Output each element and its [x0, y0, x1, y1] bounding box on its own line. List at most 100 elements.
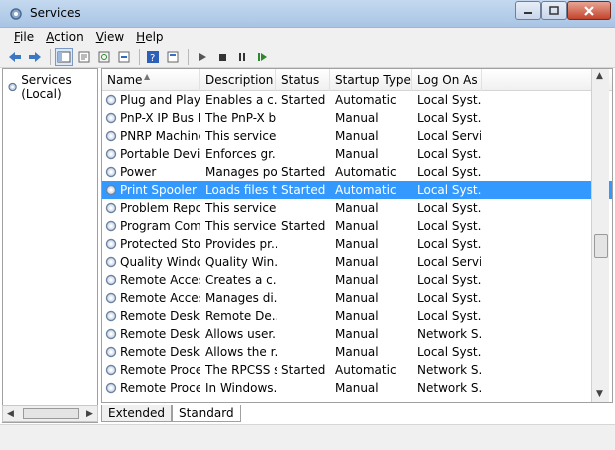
scroll-thumb[interactable]	[594, 234, 608, 258]
cell-startup-type: Manual	[335, 255, 379, 269]
column-header-description[interactable]: Description	[200, 69, 276, 91]
cell-status: Started	[281, 93, 326, 107]
column-header-status[interactable]: Status	[276, 69, 330, 91]
menu-view[interactable]: View	[90, 30, 130, 44]
cell-status	[281, 289, 333, 307]
table-row[interactable]: Problem Repo... This service ... Manual Loc…	[102, 199, 612, 217]
tree-item-services-local[interactable]: Services (Local)	[7, 73, 97, 101]
minimize-icon	[524, 11, 532, 14]
menu-file[interactable]: File	[8, 30, 40, 44]
cell-startup-type: Manual	[335, 273, 379, 287]
cell-name: Remote Proce...	[104, 361, 200, 379]
table-row[interactable]: Remote Acces... Manages di... Manual Local …	[102, 289, 612, 307]
table-row[interactable]: Remote Acces... Creates a c... Manual Local…	[102, 271, 612, 289]
table-row[interactable]: Remote Deskt... Remote De... Manual Local S…	[102, 307, 612, 325]
cell-description: This service ...	[205, 129, 277, 143]
table-row[interactable]: Program Com... This service ... Started Man…	[102, 217, 612, 235]
show-hide-console-tree-icon	[57, 51, 71, 62]
list-vertical-scrollbar[interactable]: ▲ ▼	[591, 69, 609, 402]
start-service-button[interactable]	[193, 48, 211, 66]
tree-horizontal-scrollbar[interactable]: ◀ ▶	[2, 405, 98, 422]
cell-log-on-as: Local Servi...	[417, 255, 481, 269]
column-header-name[interactable]: ▲ Name	[102, 69, 200, 91]
menu-action[interactable]: Action	[40, 30, 90, 44]
table-row[interactable]: Portable Devic... Enforces gr... Manual Loc…	[102, 145, 612, 163]
services-gear-icon	[10, 8, 22, 20]
cell-name: Protected Stor...	[104, 235, 200, 253]
scroll-up-icon[interactable]: ▲	[596, 71, 603, 81]
pause-service-icon	[239, 52, 245, 61]
scroll-right-icon[interactable]: ▶	[86, 409, 93, 419]
table-row[interactable]: Quality Windo... Quality Win... Manual Loca…	[102, 253, 612, 271]
properties-sheet-button[interactable]	[164, 48, 182, 66]
scroll-left-icon[interactable]: ◀	[7, 409, 14, 419]
table-row[interactable]: Power Manages po... Started Automatic Local …	[102, 163, 612, 181]
toolbar-separator	[50, 48, 51, 65]
cell-name: Portable Devic...	[104, 145, 200, 163]
column-header-log-on-as[interactable]: Log On As	[412, 69, 482, 91]
table-row[interactable]: Print Spooler Loads files t... Started Auto…	[102, 181, 612, 199]
scroll-down-icon[interactable]: ▼	[596, 389, 603, 399]
cell-log-on-as: Local Servi...	[417, 129, 481, 143]
refresh-button[interactable]	[95, 48, 113, 66]
pause-service-button[interactable]	[233, 48, 251, 66]
minimize-button[interactable]	[515, 1, 541, 20]
cell-startup-type: Manual	[335, 219, 379, 233]
list-header: ▲ Name Description Status Startup Type L…	[102, 69, 612, 91]
maximize-button[interactable]	[541, 1, 567, 20]
table-row[interactable]: PNRP Machine... This service ... Manual Loc…	[102, 127, 612, 145]
cell-startup-type: Manual	[335, 327, 379, 341]
table-row[interactable]: Remote Deskt... Allows user... Manual Netwo…	[102, 325, 612, 343]
cell-status	[281, 199, 333, 217]
service-gear-icon	[105, 238, 117, 250]
tab-standard[interactable]: Standard	[172, 405, 241, 422]
table-row[interactable]: Plug and Play Enables a c... Started Automa…	[102, 91, 612, 109]
cell-status: Started	[281, 165, 326, 179]
export-list-button[interactable]	[115, 48, 133, 66]
table-row[interactable]: Remote Deskt... Allows the r... Manual Loca…	[102, 343, 612, 361]
service-gear-icon	[105, 292, 117, 304]
cell-log-on-as: Network S...	[417, 327, 481, 341]
services-list: ▲ Name Description Status Startup Type L…	[101, 68, 613, 403]
restart-service-button[interactable]	[253, 48, 271, 66]
stop-service-button[interactable]	[213, 48, 231, 66]
cell-status: Started	[281, 219, 326, 233]
cell-log-on-as: Local Syst...	[417, 165, 481, 179]
cell-name: Print Spooler	[104, 181, 200, 199]
service-gear-icon	[105, 220, 117, 232]
cell-startup-type: Manual	[335, 345, 379, 359]
help-button[interactable]: ?	[144, 48, 162, 66]
table-row[interactable]: Remote Proce... In Windows... Manual Networ…	[102, 379, 612, 397]
cell-startup-type: Manual	[335, 201, 379, 215]
cell-status	[281, 127, 333, 145]
cell-description: Enables a c...	[205, 93, 277, 107]
cell-description: Quality Win...	[205, 255, 277, 269]
column-header-startup-type[interactable]: Startup Type	[330, 69, 412, 91]
cell-description: The RPCSS s...	[205, 363, 277, 377]
properties-button[interactable]	[75, 48, 93, 66]
back-button[interactable]	[6, 48, 24, 66]
cell-startup-type: Manual	[335, 381, 379, 395]
cell-description: Manages di...	[205, 291, 277, 305]
menu-help[interactable]: Help	[130, 30, 169, 44]
show-hide-console-tree-button[interactable]	[55, 47, 73, 66]
cell-status	[281, 235, 333, 253]
cell-log-on-as: Local Syst...	[417, 291, 481, 305]
title-bar[interactable]: Services	[0, 0, 615, 28]
close-button[interactable]	[567, 1, 611, 20]
table-row[interactable]: Protected Stor... Provides pr... Manual Loc…	[102, 235, 612, 253]
services-gear-icon	[8, 82, 17, 92]
cell-description: Creates a c...	[205, 273, 277, 287]
forward-button[interactable]	[26, 48, 44, 66]
table-row[interactable]: Remote Proce... The RPCSS s... Started Auto…	[102, 361, 612, 379]
scroll-thumb[interactable]	[23, 408, 79, 419]
cell-name: Power	[104, 163, 200, 181]
cell-name: Remote Deskt...	[104, 307, 200, 325]
cell-status	[281, 325, 333, 343]
cell-status: Started	[281, 183, 326, 197]
table-row[interactable]: PnP-X IP Bus E... The PnP-X b... Manual Loc…	[102, 109, 612, 127]
console-tree[interactable]: Services (Local)	[2, 68, 98, 423]
tab-extended[interactable]: Extended	[101, 405, 172, 422]
cell-startup-type: Manual	[335, 309, 379, 323]
cell-startup-type: Automatic	[335, 93, 397, 107]
